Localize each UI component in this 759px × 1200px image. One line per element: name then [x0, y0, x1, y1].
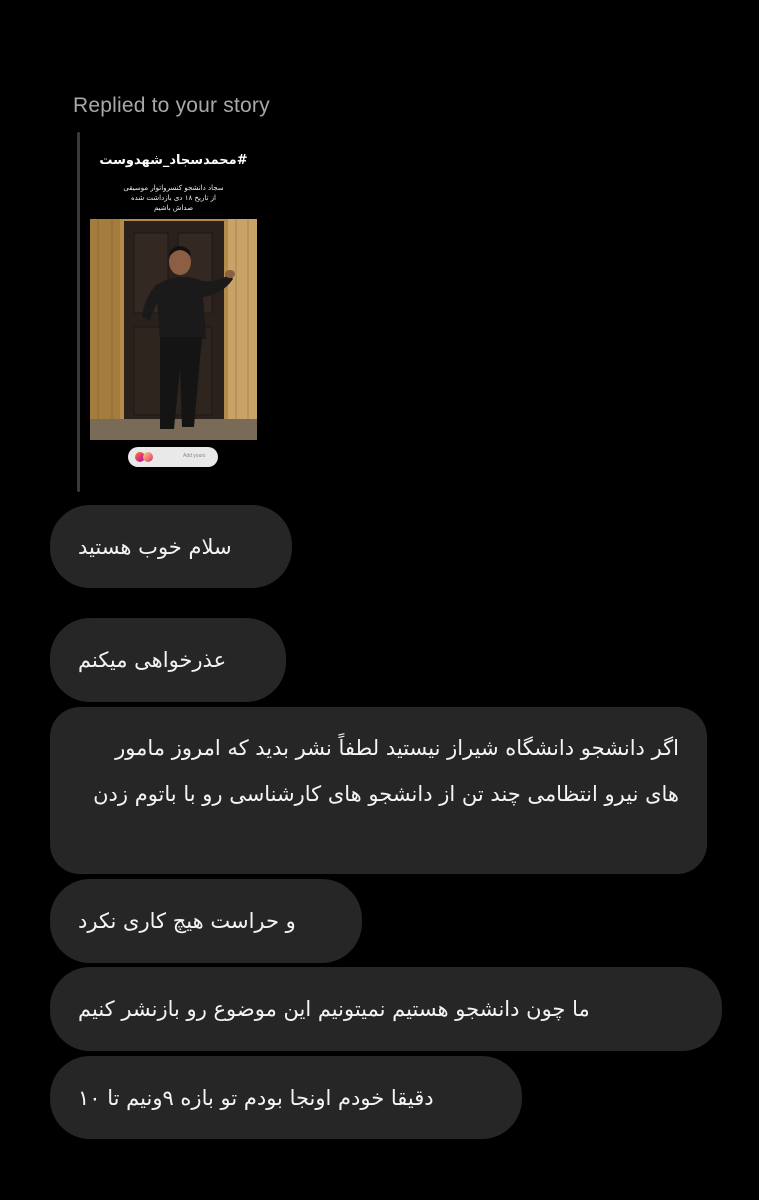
message-bubble[interactable]: و حراست هیچ کاری نکرد: [50, 879, 362, 963]
add-yours-sticker[interactable]: Add yours: [128, 447, 218, 467]
message-bubble[interactable]: اگر دانشجو دانشگاه شیراز نیستید لطفاً نش…: [50, 707, 707, 874]
reply-quote-bar: [77, 132, 80, 492]
story-caption-line: از تاریخ ۱۸ دی بازداشت شده: [131, 194, 216, 202]
message-bubble[interactable]: ما چون دانشجو هستیم نمیتونیم این موضوع ر…: [50, 967, 722, 1051]
avatar-stack-icon: [135, 452, 155, 462]
message-text: و حراست هیچ کاری نکرد: [78, 909, 296, 933]
story-preview[interactable]: #محمدسجاد_شهدوست سجاد دانشجو کنسرواتوار …: [86, 139, 261, 479]
story-caption-line: سجاد دانشجو کنسرواتوار موسیقی: [123, 184, 224, 192]
message-bubble[interactable]: عذرخواهی میکنم: [50, 618, 286, 702]
message-text: اگر دانشجو دانشگاه شیراز نیستید لطفاً نش…: [93, 736, 679, 806]
message-text: ما چون دانشجو هستیم نمیتونیم این موضوع ر…: [78, 997, 590, 1021]
message-text: سلام خوب هستید: [78, 534, 232, 559]
story-title: #محمدسجاد_شهدوست: [99, 153, 248, 168]
story-caption: سجاد دانشجو کنسرواتوار موسیقی از تاریخ ۱…: [86, 183, 261, 213]
message-bubble[interactable]: دقیقا خودم اونجا بودم تو بازه ۹ونیم تا ۱…: [50, 1056, 522, 1139]
message-bubble[interactable]: سلام خوب هستید: [50, 505, 292, 588]
story-caption-line: صداش باشیم: [153, 204, 194, 212]
message-text: دقیقا خودم اونجا بودم تو بازه ۹ونیم تا ۱…: [78, 1085, 434, 1110]
message-text: عذرخواهی میکنم: [78, 648, 227, 672]
add-yours-label: Add yours: [183, 453, 206, 459]
reply-header: Replied to your story: [73, 94, 270, 117]
story-photo: [90, 219, 257, 440]
